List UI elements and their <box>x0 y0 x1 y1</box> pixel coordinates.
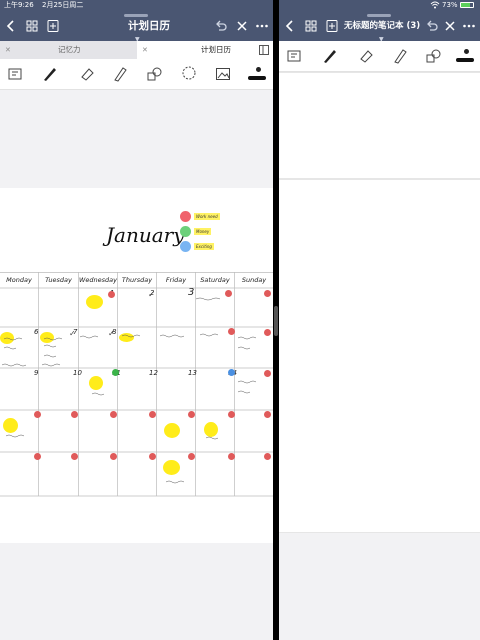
more-icon[interactable] <box>255 19 269 33</box>
tab-label: 计划日历 <box>201 45 231 54</box>
document-tabs: ✕ 记忆力 ✕ 计划日历 <box>0 41 273 59</box>
tab-close-icon[interactable]: ✕ <box>142 41 148 59</box>
drawing-toolbar <box>279 41 480 72</box>
pen-icon[interactable] <box>321 47 339 65</box>
new-page-icon[interactable] <box>46 19 60 33</box>
month-title: January <box>106 223 185 247</box>
multitask-grabber[interactable] <box>367 14 391 17</box>
title-bar: 无标题的笔记本 (3) ▼ <box>279 10 480 43</box>
battery-percentage: 73% <box>442 1 458 9</box>
eraser-icon[interactable] <box>78 65 96 83</box>
pen-icon[interactable] <box>41 65 59 83</box>
undo-icon[interactable] <box>214 19 228 33</box>
calendar-page[interactable]: January Work need Money Exciting Monday … <box>0 188 273 543</box>
calendar-grid: Monday Tuesday Wednesday Thursday Friday… <box>0 272 273 497</box>
wifi-icon <box>430 1 440 9</box>
grid-view-icon[interactable] <box>25 19 39 33</box>
close-icon[interactable] <box>235 19 249 33</box>
legend-label-work: Work need <box>194 213 220 220</box>
new-page-icon[interactable] <box>325 19 339 33</box>
tab-label: 记忆力 <box>58 45 81 54</box>
drawing-toolbar <box>0 59 273 90</box>
status-time: 上午9:26 <box>4 1 34 9</box>
pen-color-swatch[interactable] <box>454 49 476 65</box>
document-title[interactable]: 计划日历 <box>128 18 170 33</box>
highlighter-icon[interactable] <box>111 65 129 83</box>
shapes-icon[interactable] <box>424 47 442 65</box>
tab-memory[interactable]: ✕ 记忆力 <box>0 41 136 59</box>
status-date: 2月25日周二 <box>42 1 84 9</box>
left-app-pane: 上午9:26 2月25日周二 计划日历 ▼ ✕ 记忆力 ✕ 计划日历 Janua… <box>0 0 273 640</box>
legend-dot-money <box>180 226 191 237</box>
title-bar: 计划日历 ▼ <box>0 10 273 43</box>
multitask-grabber[interactable] <box>124 14 148 17</box>
legend-label-money: Money <box>194 228 212 235</box>
note-page[interactable] <box>279 179 480 533</box>
undo-icon[interactable] <box>425 19 439 33</box>
more-icon[interactable] <box>462 19 476 33</box>
legend-label-exciting: Exciting <box>194 243 214 250</box>
document-title[interactable]: 无标题的笔记本 (3) <box>344 19 420 31</box>
shapes-icon[interactable] <box>145 65 163 83</box>
handwriting-strokes <box>1 297 257 484</box>
status-bar: 73% <box>279 0 480 10</box>
tab-plan-calendar[interactable]: ✕ 计划日历 <box>137 41 273 59</box>
back-icon[interactable] <box>283 19 297 33</box>
close-icon[interactable] <box>443 19 457 33</box>
status-bar: 上午9:26 2月25日周二 <box>0 0 273 10</box>
tab-close-icon[interactable]: ✕ <box>5 41 11 59</box>
right-app-pane: 73% 无标题的笔记本 (3) ▼ <box>279 0 480 640</box>
read-mode-icon[interactable] <box>285 47 303 65</box>
eraser-icon[interactable] <box>357 47 375 65</box>
read-mode-icon[interactable] <box>6 65 24 83</box>
pen-color-swatch[interactable] <box>246 67 268 83</box>
legend-dot-exciting <box>180 241 191 252</box>
back-icon[interactable] <box>4 19 18 33</box>
note-page[interactable] <box>279 72 480 179</box>
highlighter-icon[interactable] <box>391 47 409 65</box>
grid-view-icon[interactable] <box>304 19 318 33</box>
legend-dot-work <box>180 211 191 222</box>
image-icon[interactable] <box>214 65 232 83</box>
sidebar-toggle-icon[interactable] <box>259 45 269 55</box>
lasso-icon[interactable] <box>180 65 198 83</box>
split-view-divider-handle[interactable] <box>274 306 278 336</box>
battery-icon <box>460 2 474 8</box>
